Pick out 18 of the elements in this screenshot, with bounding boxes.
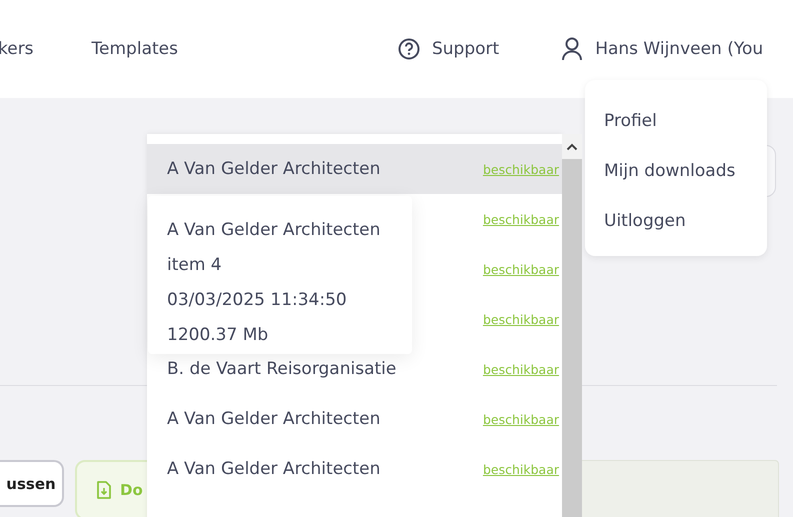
menu-item[interactable]: Uitloggen [585,196,767,246]
help-icon [398,38,420,60]
action-button[interactable]: ussen [0,460,64,507]
support-link[interactable]: Support [432,39,500,59]
download-item[interactable]: A Van Gelder Architecten beschikbaar [147,444,562,494]
file-download-icon [97,481,111,499]
menu-item[interactable]: Mijn downloads [585,146,767,196]
user-menu[interactable]: Hans Wijnveen (You [595,39,764,59]
nav-link[interactable]: Templates [92,39,178,59]
download-item[interactable]: A Van Gelder Architecten beschikbaar [147,144,562,194]
tooltip-text: 03/03/2025 11:34:50 [167,289,348,312]
user-icon [561,37,584,61]
tooltip-text: 1200.37 Mb [167,324,270,347]
download-item[interactable]: A Van Gelder Architecten beschikbaar [147,394,562,444]
tooltip-text: item 4 [167,254,223,277]
scrollbar[interactable] [562,159,582,517]
menu-item[interactable]: Profiel [585,96,767,146]
tooltip-text: A Van Gelder Architecten [167,219,382,242]
